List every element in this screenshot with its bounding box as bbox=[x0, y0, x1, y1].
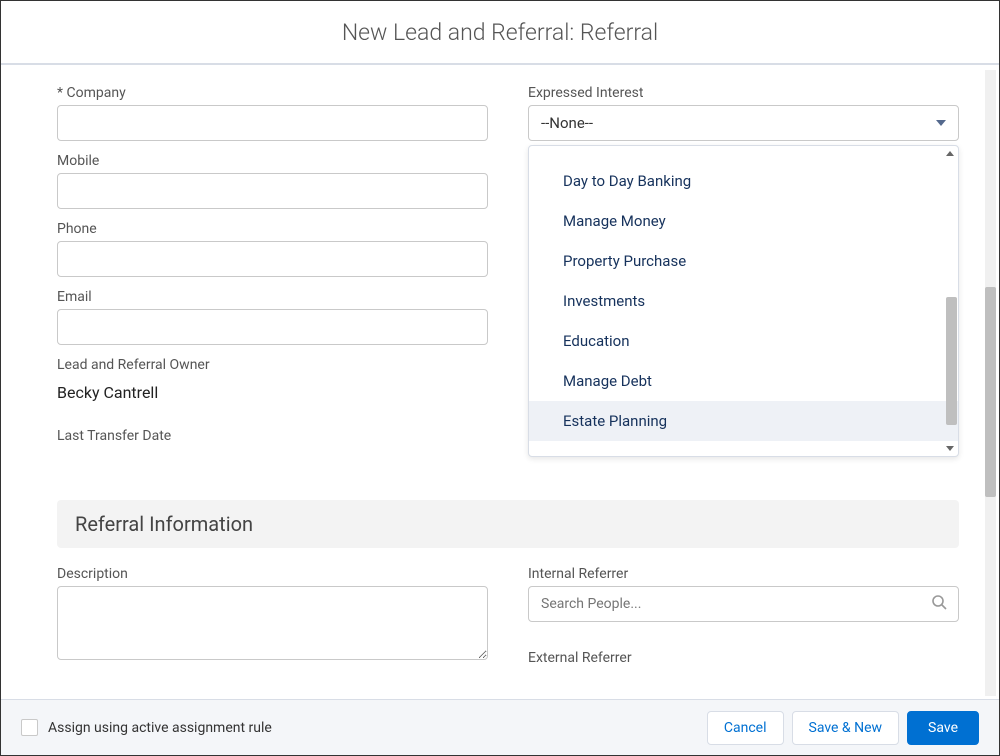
internal-referrer-field: Internal Referrer External Referrer bbox=[528, 566, 959, 666]
form-grid: * Company Mobile Phone Email Lead and Re bbox=[57, 85, 959, 678]
modal-body: * Company Mobile Phone Email Lead and Re bbox=[1, 67, 999, 699]
footer-left: Assign using active assignment rule bbox=[21, 719, 272, 736]
dropdown-option[interactable]: Day to Day Banking bbox=[529, 161, 958, 201]
page-scrollbar-thumb[interactable] bbox=[985, 287, 996, 497]
owner-field: Lead and Referral Owner Becky Cantrell bbox=[57, 357, 488, 402]
phone-label: Phone bbox=[57, 221, 488, 237]
phone-field: Phone bbox=[57, 221, 488, 277]
caret-down-icon bbox=[946, 446, 954, 451]
dropdown-scroll-down[interactable] bbox=[529, 441, 958, 456]
assign-rule-label: Assign using active assignment rule bbox=[48, 720, 272, 736]
caret-up-icon bbox=[946, 151, 954, 156]
chevron-down-icon bbox=[936, 120, 946, 126]
footer-actions: Cancel Save & New Save bbox=[707, 711, 979, 745]
mobile-label: Mobile bbox=[57, 153, 488, 169]
dropdown-option[interactable]: Manage Money bbox=[529, 201, 958, 241]
internal-referrer-label: Internal Referrer bbox=[528, 566, 959, 582]
email-label: Email bbox=[57, 289, 488, 305]
dropdown-option[interactable]: Education bbox=[529, 321, 958, 361]
internal-referrer-input[interactable] bbox=[528, 586, 959, 622]
company-field: * Company bbox=[57, 85, 488, 141]
company-label: * Company bbox=[57, 85, 488, 101]
assign-rule-checkbox[interactable] bbox=[21, 719, 38, 736]
phone-input[interactable] bbox=[57, 241, 488, 277]
dropdown-scroll-up[interactable] bbox=[529, 146, 958, 161]
dropdown-option[interactable]: Investments bbox=[529, 281, 958, 321]
expressed-interest-trigger[interactable]: --None-- bbox=[528, 105, 959, 141]
expressed-interest-label: Expressed Interest bbox=[528, 85, 959, 101]
description-input[interactable] bbox=[57, 586, 488, 660]
mobile-field: Mobile bbox=[57, 153, 488, 209]
section-referral-information: Referral Information bbox=[57, 500, 959, 548]
section-title: Referral Information bbox=[75, 512, 941, 536]
modal-footer: Assign using active assignment rule Canc… bbox=[1, 699, 999, 755]
external-referrer-label: External Referrer bbox=[528, 650, 959, 666]
save-and-new-button[interactable]: Save & New bbox=[792, 711, 900, 745]
dropdown-option[interactable]: Estate Planning bbox=[529, 401, 958, 441]
expressed-interest-field: Expressed Interest --None-- Day to Day B… bbox=[528, 85, 959, 141]
expressed-interest-combobox: --None-- Day to Day BankingManage MoneyP… bbox=[528, 105, 959, 141]
cancel-button[interactable]: Cancel bbox=[707, 711, 784, 745]
description-label: Description bbox=[57, 566, 488, 582]
form-scroll-area: * Company Mobile Phone Email Lead and Re bbox=[1, 67, 999, 699]
modal-title: New Lead and Referral: Referral bbox=[342, 19, 658, 46]
company-input[interactable] bbox=[57, 105, 488, 141]
expressed-interest-dropdown: Day to Day BankingManage MoneyProperty P… bbox=[528, 145, 959, 457]
dropdown-option[interactable]: Property Purchase bbox=[529, 241, 958, 281]
email-field: Email bbox=[57, 289, 488, 345]
email-input[interactable] bbox=[57, 309, 488, 345]
form-left-column: * Company Mobile Phone Email Lead and Re bbox=[57, 85, 488, 444]
save-button[interactable]: Save bbox=[907, 711, 979, 745]
dropdown-list: Day to Day BankingManage MoneyProperty P… bbox=[529, 161, 958, 441]
mobile-input[interactable] bbox=[57, 173, 488, 209]
dropdown-option[interactable]: Manage Debt bbox=[529, 361, 958, 401]
owner-value: Becky Cantrell bbox=[57, 377, 488, 402]
expressed-interest-selected-value: --None-- bbox=[541, 114, 593, 132]
modal-header: New Lead and Referral: Referral bbox=[1, 1, 999, 65]
last-transfer-date-label: Last Transfer Date bbox=[57, 414, 488, 444]
description-field: Description bbox=[57, 566, 488, 666]
referral-row: Description Internal Referrer External R… bbox=[57, 566, 959, 678]
form-right-column: Expressed Interest --None-- Day to Day B… bbox=[528, 85, 959, 444]
owner-label: Lead and Referral Owner bbox=[57, 357, 488, 373]
dropdown-scrollbar-thumb[interactable] bbox=[946, 297, 957, 425]
search-icon bbox=[931, 594, 947, 614]
